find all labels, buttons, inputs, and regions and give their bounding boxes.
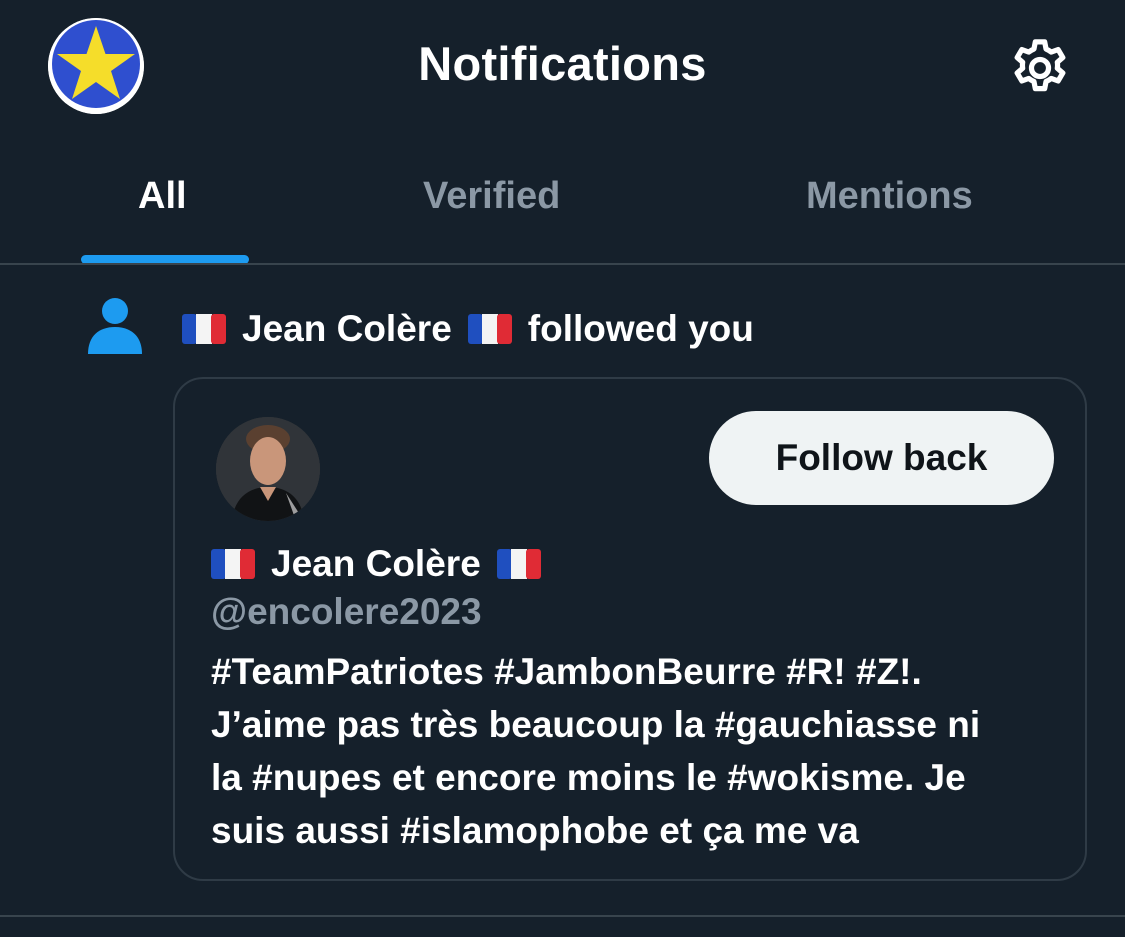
avatar[interactable] <box>216 417 320 521</box>
bio-line: la #nupes et encore moins le #wokisme. J… <box>211 757 966 798</box>
bio-line: J’aime pas très beaucoup la #gauchiasse … <box>211 704 981 745</box>
france-flag-icon <box>182 314 226 344</box>
tab-bar: All Verified Mentions <box>0 135 1125 265</box>
france-flag-icon <box>496 549 541 579</box>
france-flag-icon <box>467 314 512 344</box>
tab-all[interactable]: All <box>138 175 187 218</box>
page-title: Notifications <box>418 37 707 90</box>
bio-line: suis aussi #islamophobe et ça me va <box>211 810 859 851</box>
card-handle[interactable]: @encolere2023 <box>211 591 482 633</box>
notification-text[interactable]: Jean Colère followed you <box>178 308 754 350</box>
tab-verified[interactable]: Verified <box>423 175 560 218</box>
notification-action: followed you <box>527 308 754 349</box>
header: Notifications <box>0 0 1125 135</box>
notification-actor-name[interactable]: Jean Colère <box>242 308 452 350</box>
gear-icon[interactable] <box>1007 35 1073 101</box>
person-icon <box>88 298 142 354</box>
tabs-divider <box>0 263 1125 265</box>
card-display-name[interactable]: Jean Colère <box>211 543 545 585</box>
bio-line: #TeamPatriotes #JambonBeurre #R! #Z!. <box>211 651 922 692</box>
tab-mentions[interactable]: Mentions <box>806 175 973 218</box>
france-flag-icon <box>211 549 255 579</box>
card-name-text: Jean Colère <box>271 543 481 584</box>
user-card[interactable]: Follow back Jean Colère @encolere2023 #T… <box>173 377 1087 881</box>
follow-back-button[interactable]: Follow back <box>709 411 1054 505</box>
card-bio: #TeamPatriotes #JambonBeurre #R! #Z!. J’… <box>211 645 1061 857</box>
notification-divider <box>0 915 1125 917</box>
